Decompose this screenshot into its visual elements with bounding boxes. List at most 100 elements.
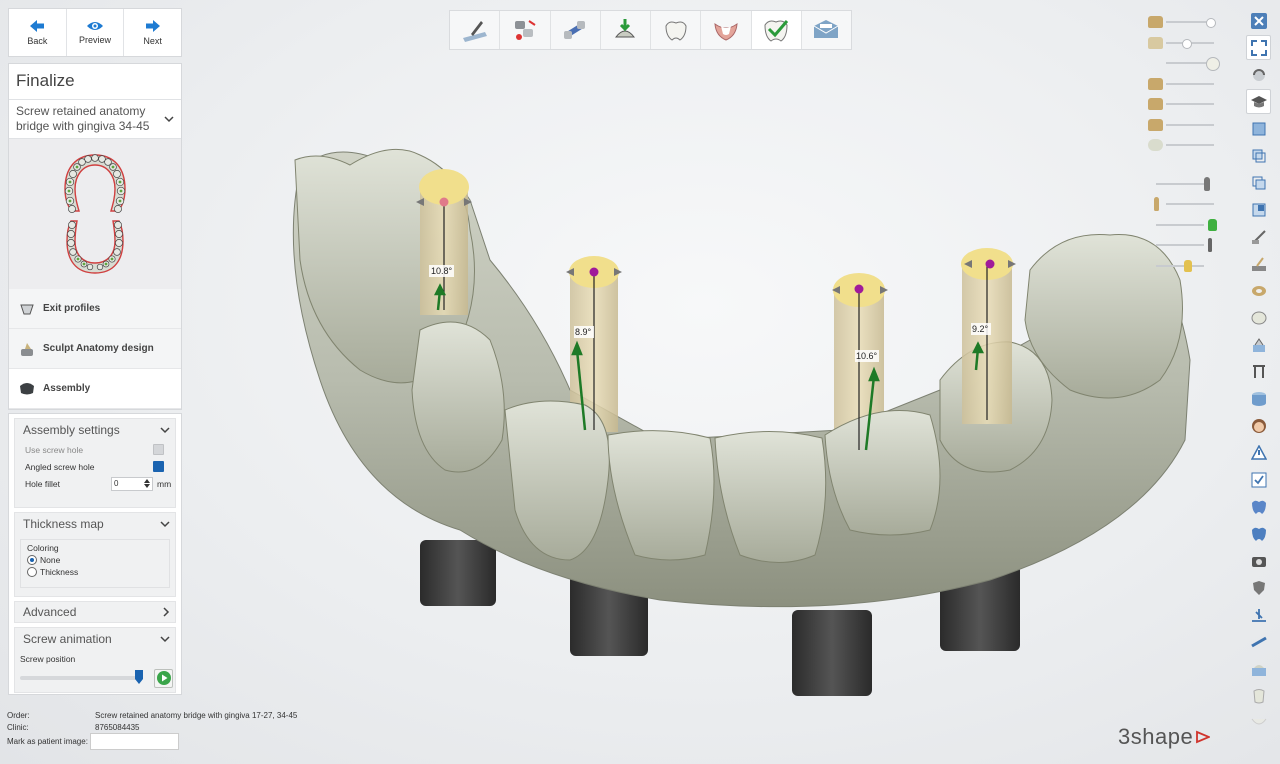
visibility-slider[interactable] [1156,223,1204,226]
coloring-thickness-radio[interactable] [27,567,37,577]
visibility-slider[interactable] [1156,182,1204,185]
visibility-slider[interactable] [1166,203,1214,206]
angle-label: 10.6° [856,351,878,361]
screw-head-layer-icon [1184,259,1192,272]
measure-button[interactable] [1246,224,1271,249]
advanced-section[interactable]: Advanced [14,601,176,623]
sculpt-icon [17,341,37,357]
close-view-button[interactable] [1246,8,1271,33]
advanced-header[interactable]: Advanced [15,602,175,622]
shield-view-button[interactable] [1246,575,1271,600]
path-button[interactable] [1246,602,1271,627]
design-select[interactable]: Screw retained anatomy bridge with gingi… [9,100,181,139]
tutorial-button[interactable] [1246,89,1271,114]
visibility-row [1148,135,1223,156]
screw-layer-icon [1154,197,1159,212]
single-tooth-button[interactable] [1246,683,1271,708]
margin-line-icon [462,21,487,42]
toolbar-bar-button[interactable] [551,11,601,49]
ruler-icon [1250,636,1267,647]
toolbar-export-button[interactable] [802,11,851,49]
visibility-row [1148,12,1223,33]
section-title: Screw animation [23,632,112,646]
clinic-label: Clinic: [7,722,29,732]
contact-button[interactable] [1246,278,1271,303]
tooth-lib-2-button[interactable] [1246,521,1271,546]
toolbar-prepare-button[interactable] [450,11,501,49]
cylinder-button[interactable] [1246,386,1271,411]
ring-icon [1251,285,1266,296]
visibility-slider[interactable] [1166,123,1214,126]
visibility-slider[interactable] [1166,144,1214,147]
visibility-slider[interactable] [1156,264,1204,267]
jaw-button[interactable] [1246,710,1271,735]
slider-thumb-icon[interactable] [135,670,143,684]
cross-section-button[interactable] [1246,359,1271,384]
tooth-outline-icon [1252,688,1265,703]
visibility-knob[interactable] [1182,38,1192,49]
visibility-row [1148,194,1223,215]
view-left-button[interactable] [1246,170,1271,195]
thickness-map-header[interactable]: Thickness map [15,513,175,535]
assembly-settings-header[interactable]: Assembly settings [15,419,175,441]
view-front-button[interactable] [1246,116,1271,141]
snapshot-button[interactable] [1246,548,1271,573]
gingiva-icon [714,22,738,41]
screw-animation-header[interactable]: Screw animation [15,628,175,650]
rotate-view-button[interactable] [1246,62,1271,87]
screw-position-label: Screw position [20,653,76,664]
next-button[interactable]: Next [124,9,181,56]
step-assembly[interactable]: Assembly [9,369,181,409]
visibility-slider[interactable] [1166,103,1214,106]
sculpt-tool-button[interactable] [1246,251,1271,276]
view-back-button[interactable] [1246,143,1271,168]
warning-button[interactable] [1246,440,1271,465]
angled-screw-hole-checkbox[interactable] [153,461,164,472]
angle-label: 9.2° [972,324,989,334]
patient-image-field[interactable] [90,732,179,750]
coloring-thickness-option[interactable]: Thickness [21,566,169,578]
tooth-chart[interactable] [9,139,181,289]
tooth-lib-button[interactable] [1246,494,1271,519]
step-sculpt-anatomy[interactable]: Sculpt Anatomy design [9,329,181,369]
coloring-none-radio[interactable] [27,555,37,565]
checklist-button[interactable] [1246,467,1271,492]
fit-view-button[interactable] [1246,35,1271,60]
toolbar-sculpt-button[interactable] [651,11,702,49]
play-button[interactable] [154,668,173,688]
viewport-3d[interactable]: 10.8° 8.9° 10.6° 9.2° [240,60,1240,710]
face-button[interactable] [1246,413,1271,438]
hole-fillet-input[interactable]: 0 [111,476,153,491]
scanbody-layer-icon [1208,218,1217,231]
back-button[interactable]: Back [9,9,67,56]
visibility-row [1148,53,1223,74]
coloring-label: Coloring [27,543,59,553]
toolbar-finalize-button[interactable] [751,11,802,49]
scan-layer-icon [1148,98,1163,111]
step-exit-profiles[interactable]: Exit profiles [9,289,181,329]
model-button[interactable] [1246,656,1271,681]
visibility-slider[interactable] [1156,244,1204,247]
visibility-knob[interactable] [1206,18,1216,28]
clinic-value: 8765084435 [95,722,140,732]
toolbar-gingiva-button[interactable] [701,11,752,49]
spinner-icon[interactable] [144,479,150,488]
abutment-icon [514,20,536,40]
visibility-knob[interactable] [1206,57,1220,71]
view-right-button[interactable] [1246,197,1271,222]
screw-position-slider[interactable] [20,670,143,684]
exit-profile-icon [17,301,37,317]
hole-fillet-row: Hole fillet 0 mm [15,475,175,492]
visibility-slider[interactable] [1166,82,1214,85]
coloring-none-option[interactable]: None [21,554,169,566]
bite-button[interactable] [1246,332,1271,357]
toolbar-anatomy-button[interactable] [601,11,651,49]
ruler-button[interactable] [1246,629,1271,654]
crown-view-button[interactable] [1246,305,1271,330]
use-screw-hole-checkbox[interactable] [153,444,164,455]
page-title: Finalize [9,64,181,100]
preview-button[interactable]: Preview [67,9,125,56]
toolbar-abutment-button[interactable] [500,11,551,49]
coloring-group: Coloring None Thickness [20,539,170,588]
preview-label: Preview [79,35,112,45]
